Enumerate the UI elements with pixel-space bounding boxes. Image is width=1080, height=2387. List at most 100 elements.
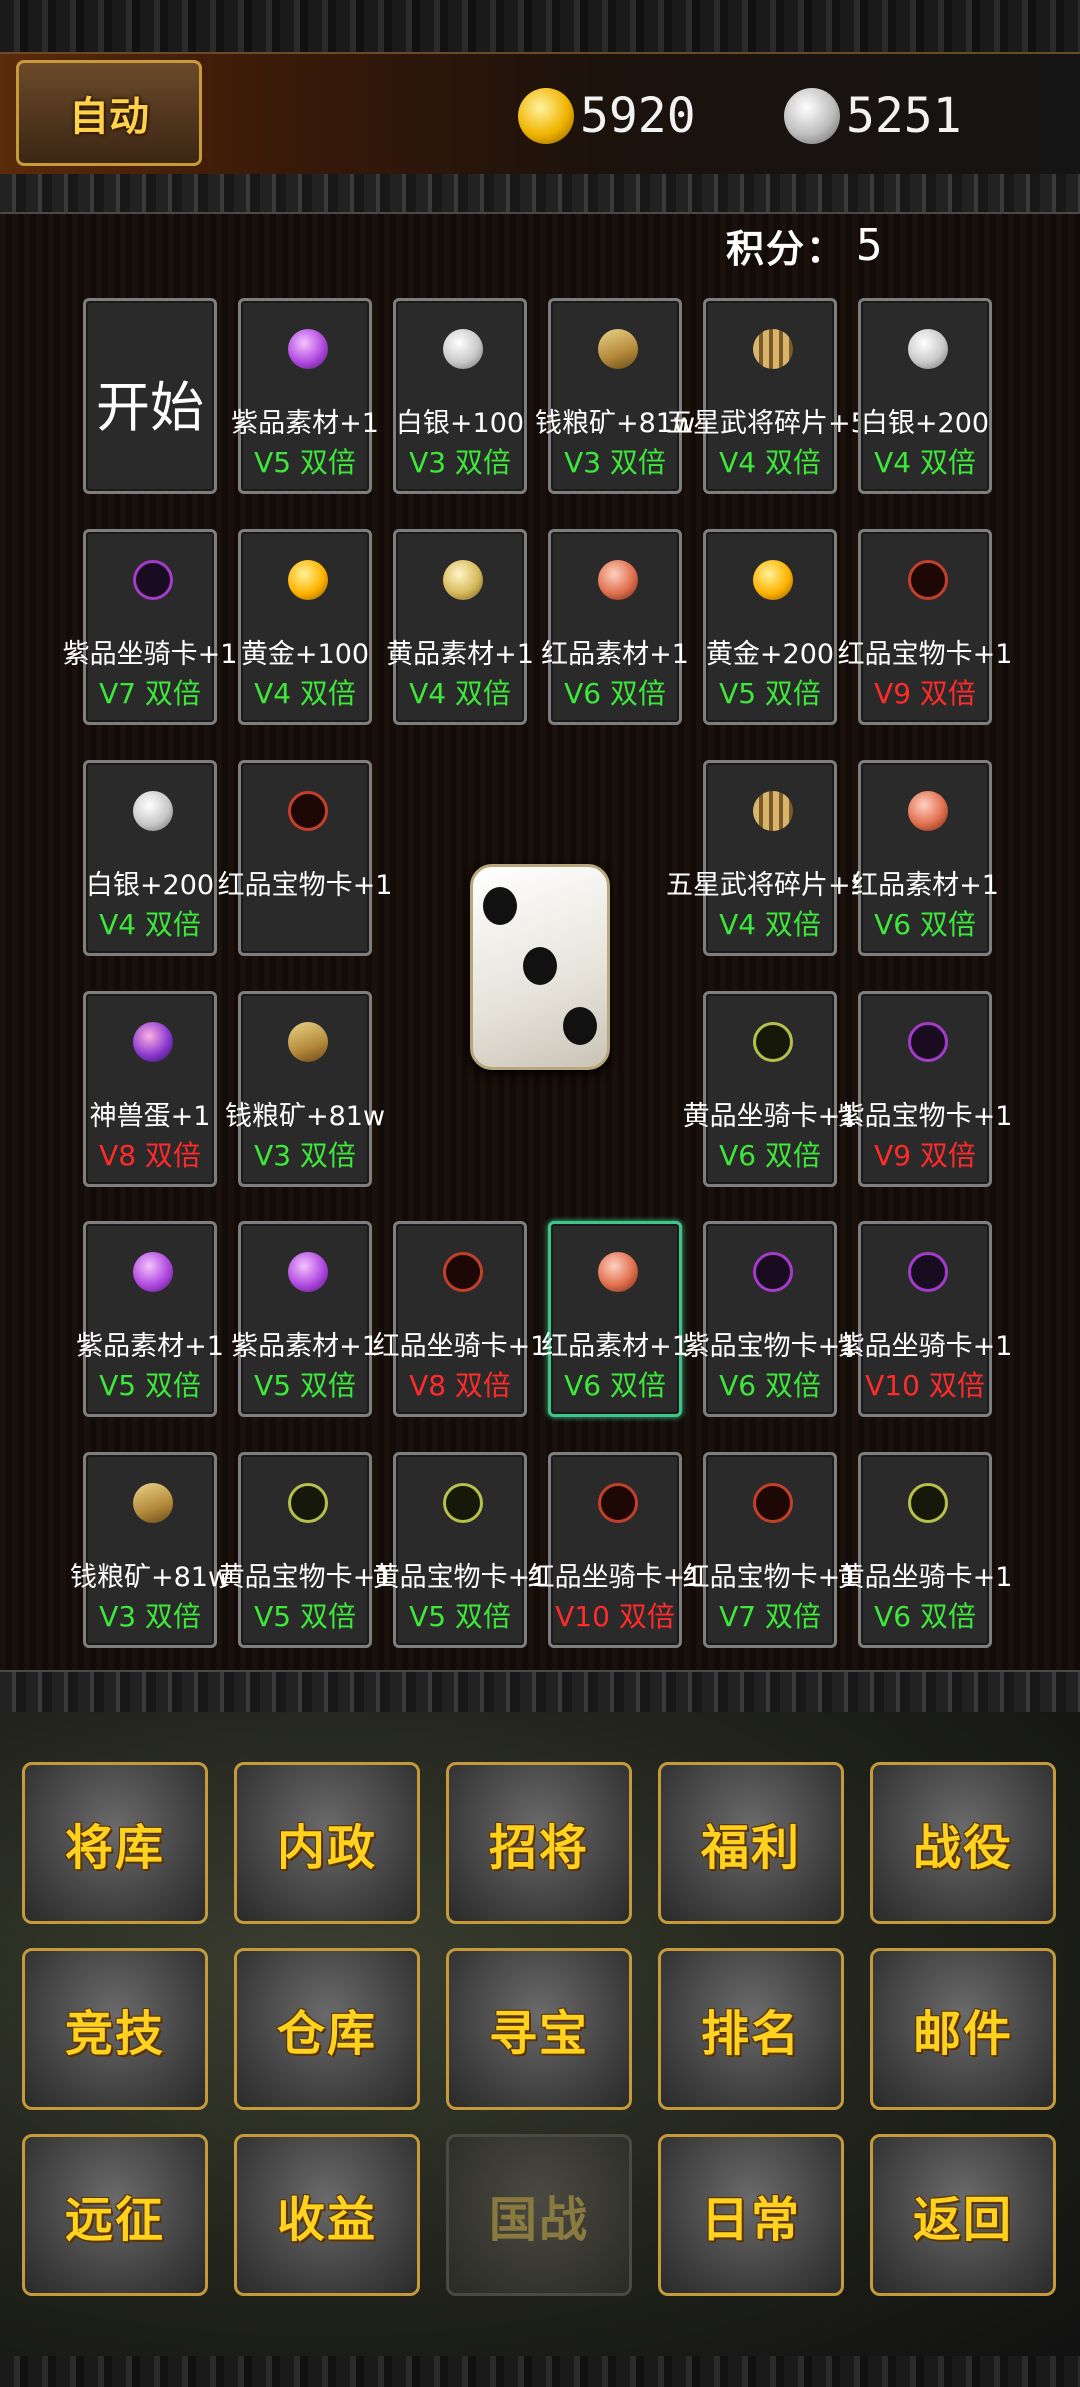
menu-button-welfare[interactable]: 福利 <box>658 1762 844 1924</box>
board-cell[interactable]: 五星武将碎片+50 V4 双倍 <box>666 298 885 494</box>
purple-mount-card-icon <box>908 1252 948 1292</box>
menu-button-expedition[interactable]: 远征 <box>22 2134 208 2296</box>
cell-vip-multiplier: V6 双倍 <box>564 1369 666 1402</box>
start-cell[interactable]: 开始 <box>83 298 217 494</box>
general-shard-icon <box>753 329 793 369</box>
board-cell[interactable]: 紫品素材+1 V5 双倍 <box>231 1221 379 1417</box>
board-cell[interactable]: 紫品宝物卡+1 V6 双倍 <box>683 1221 857 1417</box>
cell-vip-multiplier: V4 双倍 <box>254 677 356 710</box>
board-cell[interactable]: 钱粮矿+81w V3 双倍 <box>225 991 385 1187</box>
menu-divider <box>0 1670 1080 1714</box>
board-cell[interactable]: 五星武将碎片+50 V4 双倍 <box>666 760 885 956</box>
red-gem-icon <box>598 1252 638 1292</box>
menu-button-income[interactable]: 收益 <box>234 2134 420 2296</box>
board-cell[interactable]: 红品坐骑卡+1 V10 双倍 <box>528 1452 702 1648</box>
board-cell[interactable]: 紫品宝物卡+1 V9 双倍 <box>838 991 1012 1187</box>
board-cell[interactable]: 紫品素材+1 V5 双倍 <box>231 298 379 494</box>
board-cell[interactable]: 黄品素材+1 V4 双倍 <box>386 529 534 725</box>
gold-ingot-icon <box>753 560 793 600</box>
cell-reward-name: 紫品坐骑卡+1 <box>837 1331 1013 1362</box>
score-display: 积分： 5 <box>726 214 885 276</box>
menu-button-recruit-general[interactable]: 招将 <box>446 1762 632 1924</box>
gold-amount: 5920 <box>580 88 696 144</box>
dice-pip <box>483 887 517 925</box>
board-cell[interactable]: 红品素材+1 V6 双倍 <box>851 760 999 956</box>
board-cell[interactable]: 红品素材+1 V6 双倍 <box>541 529 689 725</box>
cell-vip-multiplier: V3 双倍 <box>564 446 666 479</box>
red-mount-card-icon <box>598 1483 638 1523</box>
red-treasure-card-icon <box>908 560 948 600</box>
gold-ingot-icon <box>518 88 574 144</box>
purple-gem-icon <box>288 1252 328 1292</box>
red-gem-icon <box>908 791 948 831</box>
silver-ingot-icon <box>133 791 173 831</box>
yellow-treasure-card-icon <box>288 1483 328 1523</box>
silver-ingot-icon <box>784 88 840 144</box>
gold-balance: 5920 <box>518 82 696 150</box>
start-label: 开始 <box>96 376 204 439</box>
menu-button-treasure-hunt[interactable]: 寻宝 <box>446 1948 632 2110</box>
red-treasure-card-icon <box>753 1483 793 1523</box>
cell-vip-multiplier: V7 双倍 <box>719 1600 821 1633</box>
board-cell[interactable]: 钱粮矿+81w V3 双倍 <box>70 1452 230 1648</box>
menu-button-arena[interactable]: 竞技 <box>22 1948 208 2110</box>
cell-vip-multiplier: V7 双倍 <box>99 677 201 710</box>
board-cell[interactable]: 白银+200 V4 双倍 <box>858 298 992 494</box>
menu-button-general-library[interactable]: 将库 <box>22 1762 208 1924</box>
board-cell[interactable]: 红品宝物卡+1 V9 双倍 <box>838 529 1012 725</box>
cell-vip-multiplier: V6 双倍 <box>719 1369 821 1402</box>
board-cell[interactable]: 神兽蛋+1 V8 双倍 <box>83 991 217 1187</box>
menu-button-back[interactable]: 返回 <box>870 2134 1056 2296</box>
board-cell[interactable]: 红品宝物卡+1 <box>218 760 392 956</box>
board-cell[interactable]: 黄品坐骑卡+1 V6 双倍 <box>683 991 857 1187</box>
menu-button-national-war[interactable]: 国战 <box>446 2134 632 2296</box>
dice[interactable] <box>470 864 610 1070</box>
menu-button-warehouse[interactable]: 仓库 <box>234 1948 420 2110</box>
board-cell[interactable]: 黄金+200 V5 双倍 <box>703 529 837 725</box>
board-cell[interactable]: 黄品宝物卡+1 V5 双倍 <box>373 1452 547 1648</box>
grain-icon <box>598 329 638 369</box>
header-divider <box>0 174 1080 214</box>
cell-vip-multiplier: V9 双倍 <box>874 1139 976 1172</box>
score-value: 5 <box>856 219 885 271</box>
cell-vip-multiplier: V6 双倍 <box>719 1139 821 1172</box>
menu-button-mail[interactable]: 邮件 <box>870 1948 1056 2110</box>
yellow-gem-icon <box>443 560 483 600</box>
general-shard-icon <box>753 791 793 831</box>
board-cell[interactable]: 白银+100 V3 双倍 <box>393 298 527 494</box>
grain-icon <box>133 1483 173 1523</box>
menu-button-campaign[interactable]: 战役 <box>870 1762 1056 1924</box>
board-cell[interactable]: 红品素材+1 V6 双倍 <box>541 1221 689 1417</box>
cell-reward-name: 红品素材+1 <box>851 870 999 901</box>
board-cell[interactable]: 钱粮矿+81w V3 双倍 <box>535 298 695 494</box>
cell-reward-name: 黄品坐骑卡+1 <box>837 1562 1013 1593</box>
board-cell[interactable]: 紫品坐骑卡+1 V10 双倍 <box>838 1221 1012 1417</box>
purple-gem-icon <box>133 1252 173 1292</box>
yellow-treasure-card-icon <box>443 1483 483 1523</box>
board-cell[interactable]: 紫品坐骑卡+1 V7 双倍 <box>63 529 237 725</box>
board-cell[interactable]: 黄金+100 V4 双倍 <box>238 529 372 725</box>
yellow-mount-card-icon <box>753 1022 793 1062</box>
purple-treasure-card-icon <box>753 1252 793 1292</box>
cell-vip-multiplier: V6 双倍 <box>874 908 976 941</box>
menu-button-ranking[interactable]: 排名 <box>658 1948 844 2110</box>
board-cell[interactable]: 黄品坐骑卡+1 V6 双倍 <box>838 1452 1012 1648</box>
red-gem-icon <box>598 560 638 600</box>
cell-vip-multiplier: V5 双倍 <box>254 1369 356 1402</box>
cell-vip-multiplier: V4 双倍 <box>719 446 821 479</box>
board-cell[interactable]: 白银+200 V4 双倍 <box>83 760 217 956</box>
board-cell[interactable]: 红品宝物卡+1 V7 双倍 <box>683 1452 857 1648</box>
menu-button-domestic-affairs[interactable]: 内政 <box>234 1762 420 1924</box>
cell-vip-multiplier: V5 双倍 <box>99 1369 201 1402</box>
cell-vip-multiplier: V8 双倍 <box>99 1139 201 1172</box>
cell-vip-multiplier: V4 双倍 <box>99 908 201 941</box>
board-cell[interactable]: 紫品素材+1 V5 双倍 <box>76 1221 224 1417</box>
auto-button[interactable]: 自动 <box>16 60 202 166</box>
red-mount-card-icon <box>443 1252 483 1292</box>
board-cell[interactable]: 黄品宝物卡+1 V5 双倍 <box>218 1452 392 1648</box>
menu-button-daily[interactable]: 日常 <box>658 2134 844 2296</box>
purple-treasure-card-icon <box>908 1022 948 1062</box>
cell-vip-multiplier: V3 双倍 <box>254 1139 356 1172</box>
cell-vip-multiplier: V5 双倍 <box>254 446 356 479</box>
board-cell[interactable]: 红品坐骑卡+1 V8 双倍 <box>373 1221 547 1417</box>
